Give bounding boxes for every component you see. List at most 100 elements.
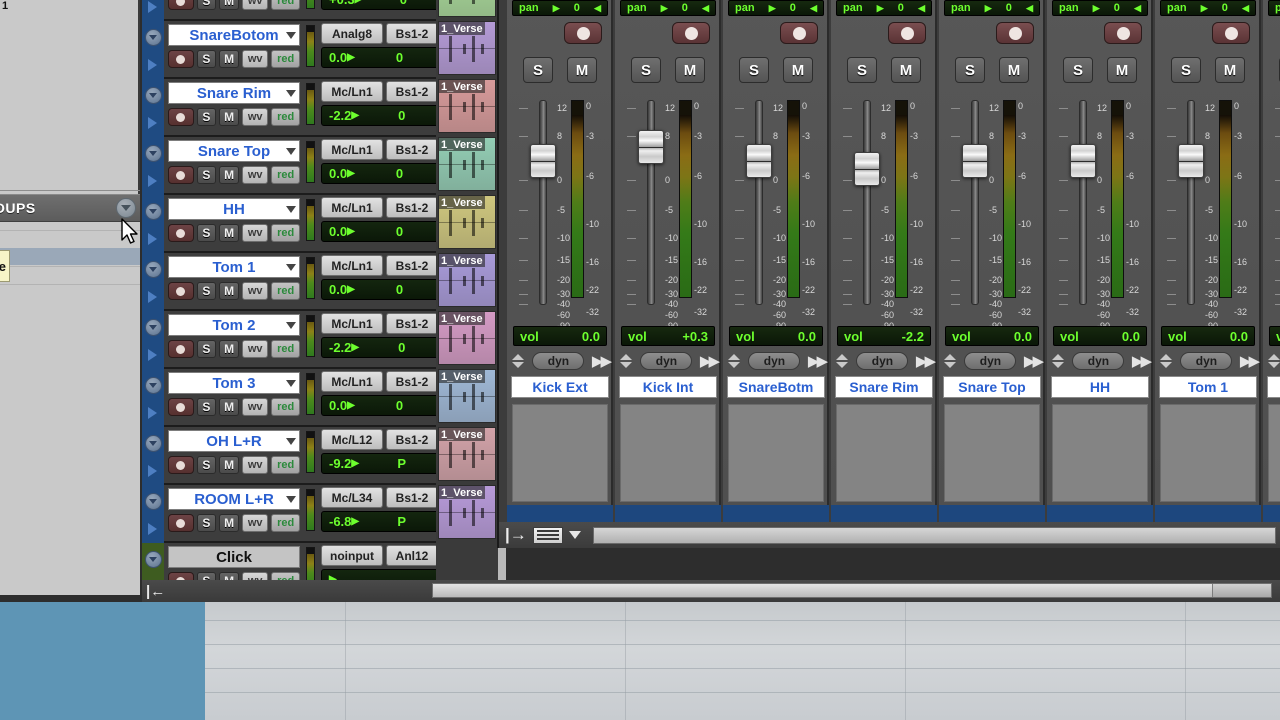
audio-region[interactable]: 1_Verse [438,427,496,481]
solo-button[interactable]: S [196,166,217,184]
channel-selector-bar[interactable] [1263,505,1280,522]
chevron-down-icon[interactable] [144,87,162,105]
track-name-field[interactable]: Tom 3 [168,372,300,394]
volume-fader[interactable]: 1280-5-10-15-20-30-40-60-90∞ [1167,100,1218,341]
track-name-field[interactable]: Snare Top [168,140,300,162]
track-name-field[interactable]: OH L+R [168,430,300,452]
fader-handle[interactable] [530,144,556,178]
solo-button[interactable]: S [196,108,217,126]
volume-fader[interactable]: 1280-5-10-15-20-30-40-60-90∞ [843,100,894,341]
fast-forward-icon[interactable]: ▶▶ [916,352,936,370]
record-arm-button[interactable] [996,22,1034,44]
audio-region[interactable]: 1_Verse [438,369,496,423]
track-name-field[interactable]: ROOM L+R [168,488,300,510]
input-selector[interactable]: Mc/Ln1 [321,139,383,160]
dynamics-button[interactable]: dyn [1180,352,1233,370]
track-name-field[interactable]: Tom 2 [168,314,300,336]
record-arm-button[interactable] [780,22,818,44]
expand-triangle-icon[interactable] [147,522,157,535]
channel-selector-bar[interactable] [507,505,613,522]
channel-name-field[interactable]: HH [1051,376,1149,398]
record-arm-button[interactable] [168,456,194,474]
channel-comments-area[interactable] [1052,404,1148,502]
chevron-down-icon[interactable] [286,438,296,445]
mute-button[interactable]: M [567,57,597,83]
mute-button[interactable]: M [219,456,239,474]
track-gutter[interactable] [142,195,164,253]
solo-button[interactable]: S [196,456,217,474]
chevron-down-icon[interactable] [286,322,296,329]
chevron-down-icon[interactable] [286,148,296,155]
track-name-field[interactable]: SnareBotom [168,24,300,46]
track-gutter[interactable] [142,311,164,369]
mixer-channel-strip[interactable]: pan ▶ 0 ◀ S M 1280-5-10-15-20-30-40-60-9… [507,0,613,548]
solo-button[interactable]: S [847,57,877,83]
solo-button[interactable]: S [955,57,985,83]
up-down-arrows-icon[interactable] [943,352,957,370]
mixer-channel-strip[interactable]: pan ▶ 0 ◀ S M 1280-5-10-15-20-30-40-60-9… [831,0,937,548]
dynamics-button[interactable]: dyn [856,352,909,370]
track-gutter[interactable] [142,369,164,427]
channel-name-field[interactable]: Snare Top [943,376,1041,398]
output-selector[interactable]: Bs1-2 [386,487,438,508]
record-arm-button[interactable] [168,514,194,532]
fader-handle[interactable] [854,152,880,186]
automation-mode-button[interactable]: red [271,0,300,10]
mixer-channel-strip[interactable]: pan ▶ 0 ◀ S M 1280-5-10-15-20-30-40-60-9… [939,0,1045,548]
up-down-arrows-icon[interactable] [835,352,849,370]
channel-selector-bar[interactable] [831,505,937,522]
automation-mode-button[interactable]: red [271,398,300,416]
fast-forward-icon[interactable]: ▶▶ [700,352,720,370]
mute-button[interactable]: M [1107,57,1137,83]
record-arm-button[interactable] [168,572,194,580]
fast-forward-icon[interactable]: ▶▶ [808,352,828,370]
volume-display[interactable]: vol -2.2 [837,326,931,346]
volume-fader[interactable]: 1280-5-10-15-20-30-40-60-90∞ [627,100,678,341]
mute-button[interactable]: M [783,57,813,83]
fast-forward-icon[interactable]: ▶▶ [1024,352,1044,370]
output-selector[interactable]: Anl12 [386,545,438,566]
record-arm-button[interactable] [888,22,926,44]
up-down-arrows-icon[interactable] [619,352,633,370]
audio-region[interactable]: 1_Verse [438,21,496,75]
input-selector[interactable]: Mc/Ln1 [321,255,383,276]
chevron-down-icon[interactable] [286,206,296,213]
fast-forward-icon[interactable]: ▶▶ [1240,352,1260,370]
waveform-view-button[interactable]: wv [241,514,269,532]
automation-mode-button[interactable]: red [271,166,300,184]
expand-triangle-icon[interactable] [147,290,157,303]
record-arm-button[interactable] [168,108,194,126]
mute-button[interactable]: M [219,340,239,358]
chevron-down-icon[interactable] [286,264,296,271]
input-selector[interactable]: noinput [321,545,383,566]
automation-mode-button[interactable]: red [271,282,300,300]
up-down-arrows-icon[interactable] [511,352,525,370]
channel-name-field[interactable]: Snare Rim [835,376,933,398]
pan-display[interactable]: pan ▶ 0 ◀ [1268,0,1280,16]
solo-button[interactable]: S [196,224,217,242]
waveform-view-button[interactable]: wv [241,282,269,300]
output-selector[interactable]: Bs1-2 [386,313,438,334]
up-down-arrows-icon[interactable] [1267,352,1280,370]
output-selector[interactable]: Bs1-2 [386,371,438,392]
volume-fader[interactable]: 1280-5-10-15-20-30-40-60-90∞ [735,100,786,341]
mixer-channel-strip[interactable]: pan ▶ 0 ◀ S M 1280-5-10-15-20-30-40-60-9… [1047,0,1153,548]
channel-comments-area[interactable] [944,404,1040,502]
expand-triangle-icon[interactable] [147,174,157,187]
audio-region[interactable]: 1_Verse [438,311,496,365]
record-arm-button[interactable] [1212,22,1250,44]
solo-button[interactable]: S [1063,57,1093,83]
chevron-down-icon[interactable] [116,198,136,218]
mixer-channel-strip[interactable]: pan ▶ 0 ◀ S M 1280-5-10-15-20-30-40-60-9… [723,0,829,548]
solo-button[interactable]: S [196,514,217,532]
solo-button[interactable]: S [196,50,217,68]
volume-display[interactable]: vol 0.0 [729,326,823,346]
audio-region[interactable] [438,0,496,17]
groups-list[interactable] [0,222,140,595]
channel-comments-area[interactable] [836,404,932,502]
waveform-view-button[interactable]: wv [241,50,269,68]
audio-region[interactable]: 1_Verse [438,253,496,307]
automation-mode-button[interactable]: red [271,456,300,474]
dynamics-button[interactable]: dyn [964,352,1017,370]
volume-fader[interactable]: 1280-5-10-15-20-30-40-60-90∞ [519,100,570,341]
